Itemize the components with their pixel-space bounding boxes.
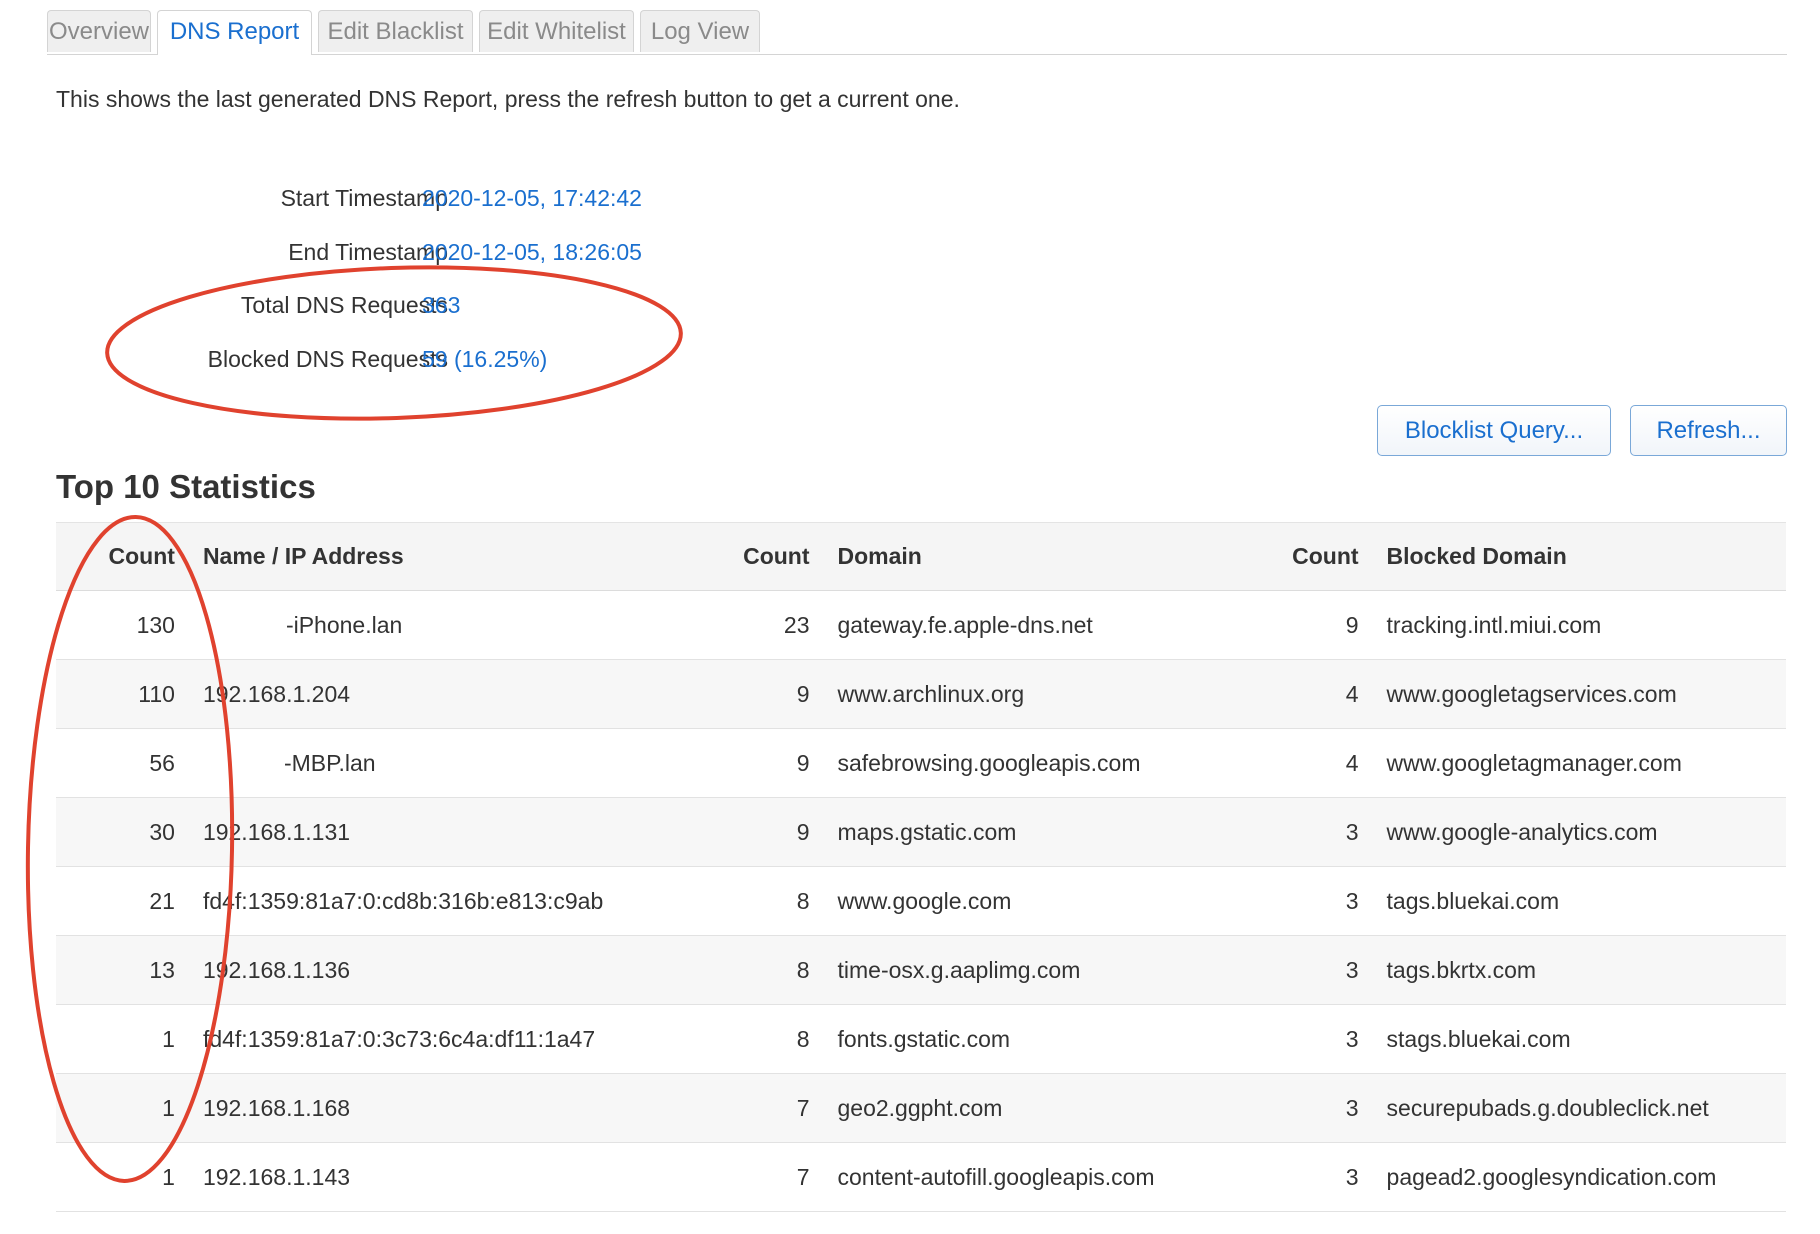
blocked-count: 3 (1257, 1004, 1387, 1074)
intro-text: This shows the last generated DNS Report… (56, 86, 960, 112)
client-name: 192.168.1.131 (202, 797, 711, 867)
client-name: -iPhone.lan (202, 590, 711, 660)
start-timestamp-value: 2020-12-05, 17:42:42 (422, 185, 642, 211)
domain-link[interactable]: fonts.gstatic.com (837, 1004, 1258, 1074)
blocked-requests-row: Blocked DNS Requests 59 (16.25%) (56, 346, 756, 386)
blocked-count: 9 (1257, 590, 1387, 660)
col-header-client-count: Count (56, 522, 203, 591)
client-count: 130 (56, 590, 203, 660)
domain-count: 8 (710, 1004, 838, 1074)
blocked-domain-link[interactable]: www.googletagservices.com (1386, 659, 1786, 729)
table-row: 13 192.168.1.136 8 time-osx.g.aaplimg.co… (56, 935, 1786, 1005)
blocked-count: 3 (1257, 866, 1387, 936)
blocked-count: 4 (1257, 728, 1387, 798)
top10-table: Count Name / IP Address Count Domain Cou… (56, 522, 1786, 1212)
start-timestamp-row: Start Timestamp 2020-12-05, 17:42:42 (56, 185, 756, 225)
table-row: 1 192.168.1.168 7 geo2.ggpht.com 3 secur… (56, 1073, 1786, 1143)
table-row: 30 192.168.1.131 9 maps.gstatic.com 3 ww… (56, 797, 1786, 867)
client-name: 192.168.1.143 (202, 1142, 711, 1212)
domain-count: 9 (710, 797, 838, 867)
domain-link[interactable]: gateway.fe.apple-dns.net (837, 590, 1258, 660)
table-row: 1 fd4f:1359:81a7:0:3c73:6c4a:df11:1a47 8… (56, 1004, 1786, 1074)
tab-dns-report[interactable]: DNS Report (157, 10, 312, 55)
blocked-domain-link[interactable]: stags.bluekai.com (1386, 1004, 1786, 1074)
table-row: 21 fd4f:1359:81a7:0:cd8b:316b:e813:c9ab … (56, 866, 1786, 936)
tab-bar: Overview DNS Report Edit Blacklist Edit … (47, 10, 1787, 55)
client-count: 13 (56, 935, 203, 1005)
domain-count: 8 (710, 935, 838, 1005)
col-header-domain: Domain (837, 522, 1258, 591)
table-row: 130 -iPhone.lan 23 gateway.fe.apple-dns.… (56, 590, 1786, 660)
blocked-count: 4 (1257, 659, 1387, 729)
tab-edit-blacklist[interactable]: Edit Blacklist (318, 10, 473, 52)
domain-link[interactable]: content-autofill.googleapis.com (837, 1142, 1258, 1212)
domain-link[interactable]: geo2.ggpht.com (837, 1073, 1258, 1143)
blocked-domain-link[interactable]: securepubads.g.doubleclick.net (1386, 1073, 1786, 1143)
client-count: 30 (56, 797, 203, 867)
table-row: 110 192.168.1.204 9 www.archlinux.org 4 … (56, 659, 1786, 729)
tab-overview[interactable]: Overview (47, 10, 151, 52)
blocked-domain-link[interactable]: pagead2.googlesyndication.com (1386, 1142, 1786, 1212)
client-count: 1 (56, 1004, 203, 1074)
client-name: fd4f:1359:81a7:0:3c73:6c4a:df11:1a47 (202, 1004, 711, 1074)
col-header-domain-count: Count (710, 522, 838, 591)
blocked-count: 3 (1257, 797, 1387, 867)
client-name: 192.168.1.168 (202, 1073, 711, 1143)
client-count: 56 (56, 728, 203, 798)
end-timestamp-value: 2020-12-05, 18:26:05 (422, 239, 642, 265)
blocklist-query-button[interactable]: Blocklist Query... (1377, 405, 1611, 456)
end-timestamp-row: End Timestamp 2020-12-05, 18:26:05 (56, 239, 756, 279)
client-count: 1 (56, 1073, 203, 1143)
total-requests-label: Total DNS Requests (240, 292, 448, 318)
blocked-domain-link[interactable]: tags.bluekai.com (1386, 866, 1786, 936)
table-row: 1 192.168.1.143 7 content-autofill.googl… (56, 1142, 1786, 1212)
client-name: -MBP.lan (202, 728, 711, 798)
domain-count: 7 (710, 1142, 838, 1212)
client-name: 192.168.1.204 (202, 659, 711, 729)
table-header-row: Count Name / IP Address Count Domain Cou… (56, 522, 1786, 591)
total-requests-value: 363 (422, 292, 461, 318)
domain-count: 9 (710, 659, 838, 729)
client-count: 110 (56, 659, 203, 729)
col-header-name: Name / IP Address (202, 522, 711, 591)
domain-count: 9 (710, 728, 838, 798)
blocked-requests-label: Blocked DNS Requests (207, 346, 448, 372)
domain-count: 7 (710, 1073, 838, 1143)
domain-link[interactable]: safebrowsing.googleapis.com (837, 728, 1258, 798)
client-count: 21 (56, 866, 203, 936)
report-summary: Start Timestamp 2020-12-05, 17:42:42 End… (56, 185, 756, 395)
domain-link[interactable]: www.archlinux.org (837, 659, 1258, 729)
blocked-requests-value: 59 (16.25%) (422, 346, 548, 372)
blocked-count: 3 (1257, 1142, 1387, 1212)
blocked-count: 3 (1257, 935, 1387, 1005)
domain-link[interactable]: www.google.com (837, 866, 1258, 936)
domain-count: 23 (710, 590, 838, 660)
blocked-domain-link[interactable]: www.google-analytics.com (1386, 797, 1786, 867)
tab-log-view[interactable]: Log View (640, 10, 760, 52)
col-header-blocked-domain: Blocked Domain (1386, 522, 1786, 591)
domain-link[interactable]: maps.gstatic.com (837, 797, 1258, 867)
blocked-domain-link[interactable]: tracking.intl.miui.com (1386, 590, 1786, 660)
domain-count: 8 (710, 866, 838, 936)
blocked-domain-link[interactable]: www.googletagmanager.com (1386, 728, 1786, 798)
tab-edit-whitelist[interactable]: Edit Whitelist (479, 10, 634, 52)
domain-link[interactable]: time-osx.g.aaplimg.com (837, 935, 1258, 1005)
refresh-button[interactable]: Refresh... (1630, 405, 1787, 456)
blocked-domain-link[interactable]: tags.bkrtx.com (1386, 935, 1786, 1005)
total-requests-row: Total DNS Requests 363 (56, 292, 756, 332)
client-count: 1 (56, 1142, 203, 1212)
table-row: 56 -MBP.lan 9 safebrowsing.googleapis.co… (56, 728, 1786, 798)
section-title: Top 10 Statistics (56, 468, 316, 505)
client-name: 192.168.1.136 (202, 935, 711, 1005)
col-header-blocked-count: Count (1257, 522, 1387, 591)
client-name: fd4f:1359:81a7:0:cd8b:316b:e813:c9ab (202, 866, 711, 936)
blocked-count: 3 (1257, 1073, 1387, 1143)
